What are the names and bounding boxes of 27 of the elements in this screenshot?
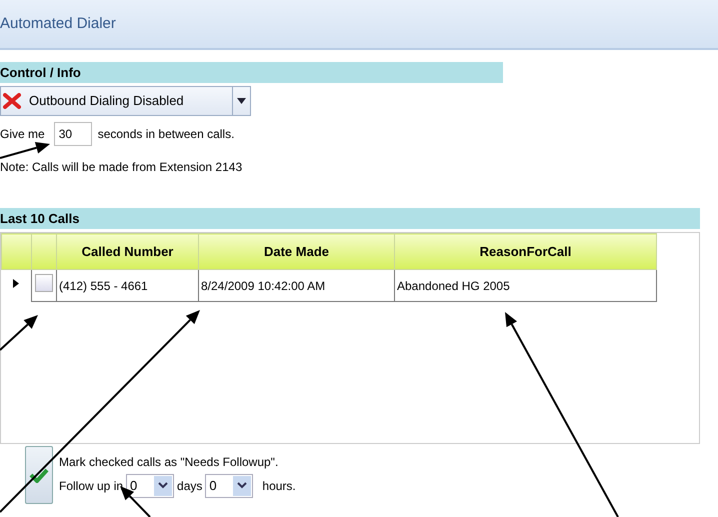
column-header[interactable]: ReasonForCall (394, 234, 656, 270)
label: seconds in between calls. (98, 126, 234, 143)
chevron-down-icon (237, 482, 248, 489)
chevron-down-icon (158, 482, 168, 489)
days-select[interactable]: 0 (126, 474, 174, 498)
seconds-input[interactable]: 30 (54, 122, 92, 146)
column-header[interactable]: Date Made (198, 234, 394, 270)
mark-instruction-text: Mark checked calls as "Needs Followup". (59, 454, 280, 470)
hours-select[interactable]: 0 (205, 474, 254, 498)
label: hours. (262, 478, 296, 494)
annotation-arrow (0, 142, 50, 159)
section-header: Control / Info (0, 62, 503, 83)
table-cell: (412) 555 - 4661 (56, 270, 198, 302)
note-text: Note: Calls will be made from Extension 2143 (0, 159, 242, 176)
caret-icon (237, 98, 246, 104)
row-checkbox[interactable] (35, 274, 53, 292)
window-title: Automated Dialer (0, 14, 116, 34)
table-cell: 8/24/2009 10:42:00 AM (198, 270, 394, 302)
checkmark-icon (29, 467, 49, 483)
label: Give me (0, 126, 45, 143)
cross-icon (3, 93, 21, 109)
dialing-mode-dropdown[interactable]: Outbound Dialing Disabled (0, 86, 251, 116)
table-cell: Abandoned HG 2005 (394, 270, 656, 302)
mark-followup-button[interactable] (25, 446, 53, 504)
label: days (177, 478, 202, 494)
section-header: Last 10 Calls (0, 208, 700, 229)
column-header[interactable]: Called Number (56, 234, 198, 270)
